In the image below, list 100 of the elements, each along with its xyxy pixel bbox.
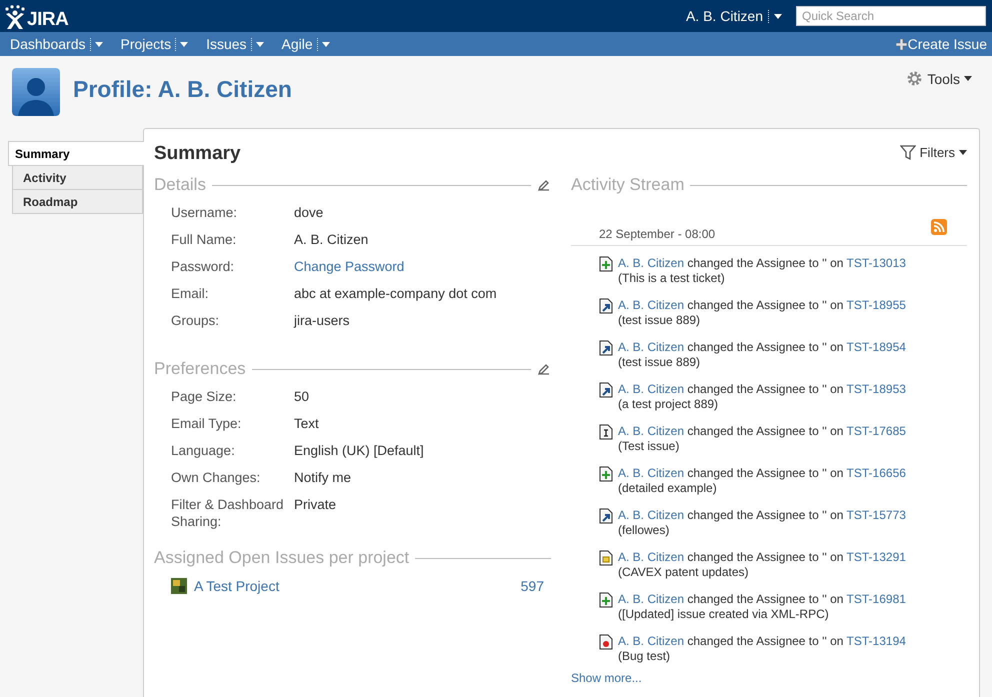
nav-menu[interactable]: Issues (206, 36, 264, 52)
field-label: Username: (171, 204, 238, 222)
user-link[interactable]: A. B. Citizen (618, 508, 684, 522)
caret-icon (180, 42, 188, 46)
user-link[interactable]: A. B. Citizen (618, 340, 684, 354)
arrow-icon (599, 298, 613, 314)
avatar-icon (12, 68, 60, 116)
panel-title: Summary (154, 143, 241, 165)
info-icon (599, 424, 613, 440)
user-link[interactable]: A. B. Citizen (618, 592, 684, 606)
issue-link[interactable]: TST-16656 (846, 466, 906, 480)
activity-entry: A. B. Citizen changed the Assignee to '' on TST-16656 (618, 466, 906, 481)
nav-menu[interactable]: Projects (120, 36, 188, 52)
project-icon (171, 578, 187, 594)
issue-link[interactable]: TST-18953 (846, 382, 906, 396)
sidebar-tab[interactable]: Roadmap (12, 190, 143, 214)
issue-summary: (Test issue) (618, 439, 680, 454)
activity-entry: A. B. Citizen changed the Assignee to '' on TST-13194 (618, 634, 906, 649)
user-link[interactable]: A. B. Citizen (618, 634, 684, 648)
issue-summary: (Bug test) (618, 649, 672, 664)
page-title: Profile: A. B. Citizen (73, 76, 292, 103)
issue-summary: (a test project 889) (618, 397, 720, 412)
plus-icon (599, 592, 613, 608)
sidebar-tab[interactable]: Activity (12, 166, 143, 190)
project-link[interactable]: A Test Project (194, 578, 280, 594)
field-label: Password: (171, 258, 236, 276)
field-value: abc at example-company dot com (294, 285, 497, 303)
gear-icon (906, 70, 924, 87)
plus-icon (599, 256, 613, 272)
user-link[interactable]: A. B. Citizen (618, 550, 684, 564)
field-value: A. B. Citizen (294, 231, 368, 249)
caret-icon (256, 42, 264, 46)
section-title: Details (154, 175, 206, 195)
plus-icon (599, 466, 613, 482)
caret-icon (964, 76, 972, 81)
activity-entry: A. B. Citizen changed the Assignee to '' on TST-18954 (618, 340, 906, 355)
issue-link[interactable]: TST-13194 (846, 634, 906, 648)
show-more-link[interactable]: Show more... (571, 671, 642, 685)
field-label: Language: (171, 442, 236, 460)
issue-summary: ([Updated] issue created via XML-RPC) (618, 607, 830, 622)
caret-icon (322, 42, 330, 46)
nav-menu[interactable]: Dashboards (10, 36, 102, 52)
field-value: English (UK) [Default] (294, 442, 424, 460)
issue-link[interactable]: TST-15773 (846, 508, 906, 522)
activity-entry: A. B. Citizen changed the Assignee to '' on TST-17685 (618, 424, 906, 439)
field-label: Own Changes: (171, 469, 262, 487)
field-label: Filter & Dashboard Sharing: (171, 496, 285, 530)
issue-summary: (detailed example) (618, 481, 718, 496)
activity-entry: A. B. Citizen changed the Assignee to '' on TST-13013 (618, 256, 906, 271)
jira-logo[interactable]: JIRA (4, 1, 68, 31)
issue-link[interactable]: TST-17685 (846, 424, 906, 438)
caret-icon (94, 42, 102, 46)
arrow-icon (599, 382, 613, 398)
quick-search-field[interactable]: Quick Search (796, 6, 986, 26)
issue-link[interactable]: TST-13291 (846, 550, 906, 564)
user-link[interactable]: A. B. Citizen (618, 382, 684, 396)
issue-summary: (test issue 889) (618, 355, 702, 370)
arrow-icon (599, 508, 613, 524)
field-value: Notify me (294, 469, 352, 487)
field-label: Full Name: (171, 231, 238, 249)
issue-count-link[interactable]: 597 (520, 578, 544, 594)
user-menu[interactable]: A. B. Citizen (686, 8, 782, 24)
issue-summary: (This is a test ticket) (618, 271, 726, 286)
nav-menu[interactable]: Agile (282, 36, 330, 52)
activity-entry: A. B. Citizen changed the Assignee to '' on TST-18953 (618, 382, 906, 397)
issue-link[interactable]: TST-18955 (846, 298, 906, 312)
field-value: dove (294, 204, 324, 222)
activity-entry: A. B. Citizen changed the Assignee to '' on TST-13291 (618, 550, 906, 565)
user-link[interactable]: A. B. Citizen (618, 256, 684, 270)
activity-date: 22 September - 08:00 (599, 227, 716, 241)
change-password-link[interactable]: Change Password (294, 258, 404, 285)
section-title: Preferences (154, 359, 246, 379)
activity-entry: A. B. Citizen changed the Assignee to '' on TST-16981 (618, 592, 906, 607)
field-label: Groups: (171, 312, 220, 330)
sidebar-tab[interactable]: Summary (8, 141, 144, 166)
activity-entry: A. B. Citizen changed the Assignee to '' on TST-15773 (618, 508, 906, 523)
user-link[interactable]: A. B. Citizen (618, 298, 684, 312)
edit-icon[interactable] (537, 178, 551, 192)
field-value: 50 (294, 388, 310, 406)
edit-icon[interactable] (537, 362, 551, 376)
tools-menu[interactable]: Tools (906, 70, 972, 87)
issue-link[interactable]: TST-16981 (846, 592, 906, 606)
field-value: Text (294, 415, 319, 433)
filter-icon (900, 143, 916, 161)
caret-icon (774, 14, 782, 18)
field-value: Private (294, 496, 336, 514)
logo-figure-icon (4, 5, 26, 31)
issue-link[interactable]: TST-13013 (846, 256, 906, 270)
section-title: Activity Stream (571, 175, 684, 195)
issue-summary: (CAVEX patent updates) (618, 565, 750, 580)
create-issue-button[interactable]: Create Issue (896, 36, 987, 52)
bug-icon (599, 634, 613, 650)
issue-link[interactable]: TST-18954 (846, 340, 906, 354)
user-link[interactable]: A. B. Citizen (618, 466, 684, 480)
field-value: jira-users (294, 312, 350, 330)
user-link[interactable]: A. B. Citizen (618, 424, 684, 438)
plus-icon (896, 38, 907, 50)
filters-menu[interactable]: Filters (900, 143, 967, 161)
arrow-icon (599, 340, 613, 356)
field-label: Email Type: (171, 415, 242, 433)
